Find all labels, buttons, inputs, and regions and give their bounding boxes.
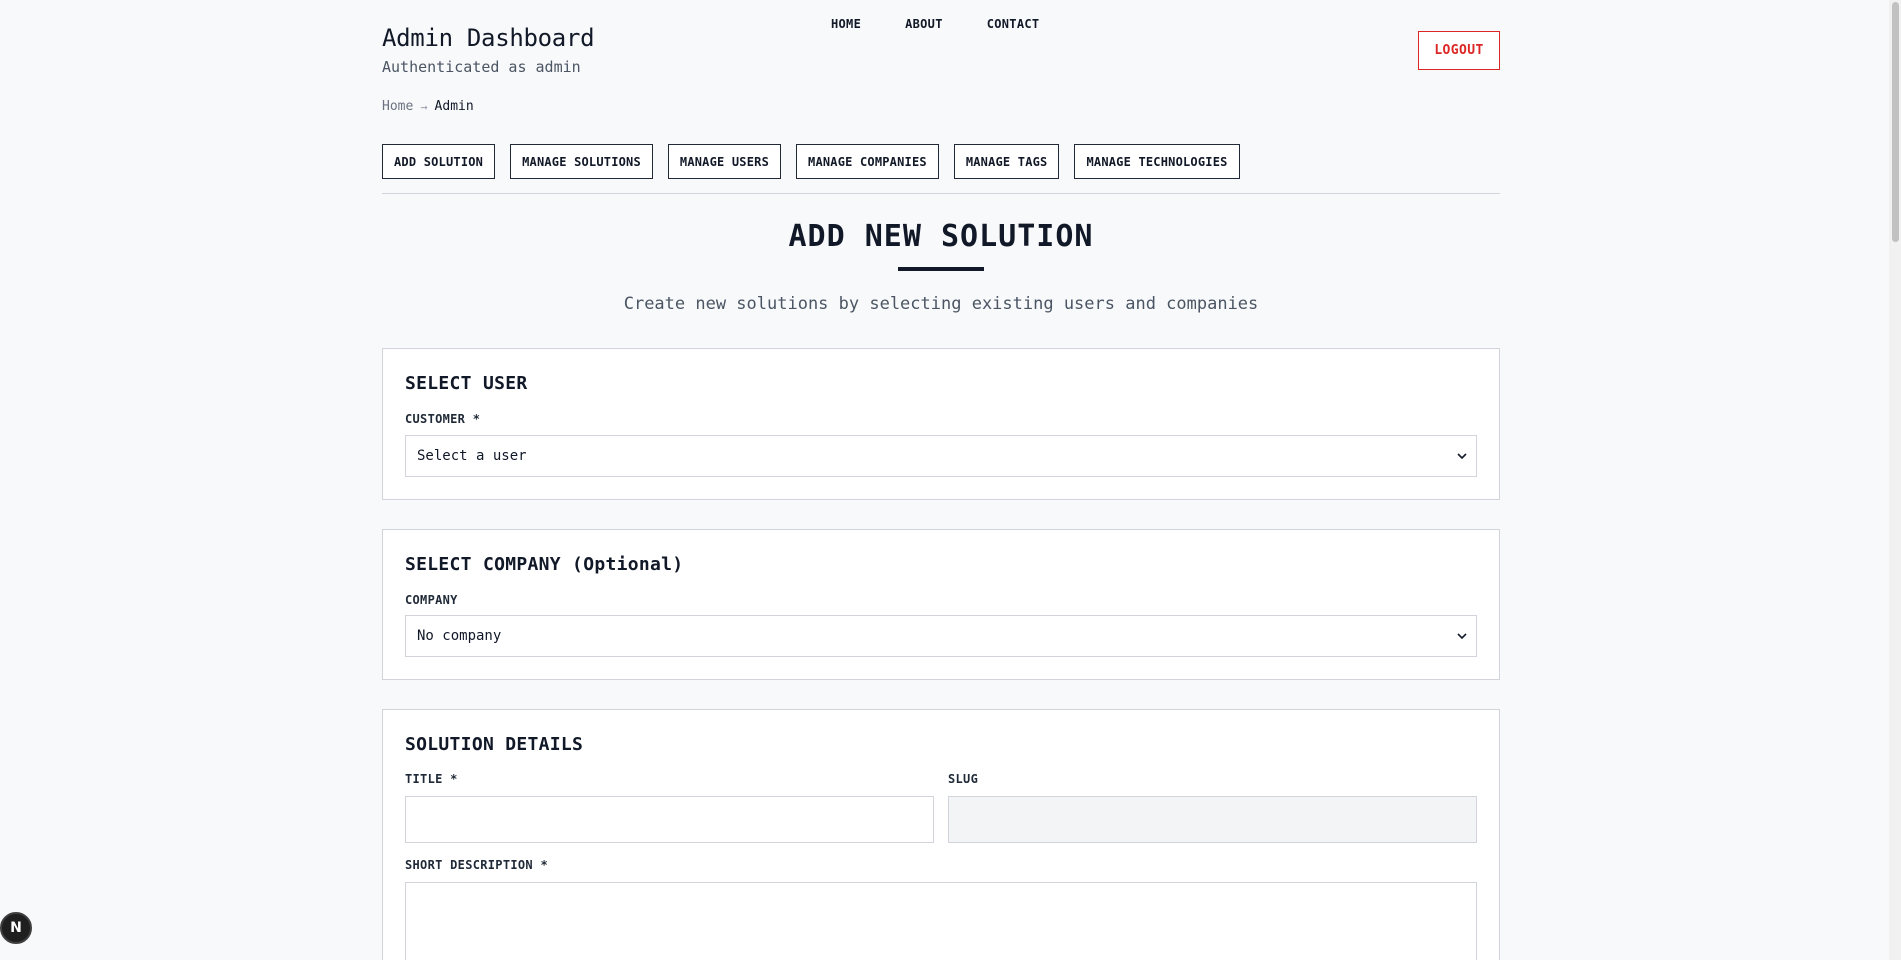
page-title: ADD NEW SOLUTION [788,219,1094,254]
logout-button[interactable]: LOGOUT [1418,31,1500,70]
short-description-label: SHORT DESCRIPTION * [405,858,548,872]
chevron-down-icon [1457,453,1467,460]
page: Admin Dashboard Authenticated as admin H… [0,0,1901,960]
title-input[interactable] [405,796,934,843]
breadcrumb-separator: → [420,99,428,114]
select-company-title: SELECT COMPANY (Optional) [405,554,684,575]
title-label: TITLE * [405,772,458,786]
breadcrumb: Home → Admin [382,99,474,114]
solution-details-title: SOLUTION DETAILS [405,734,584,755]
slug-input[interactable] [948,796,1477,843]
customer-label: CUSTOMER * [405,412,481,426]
chevron-down-icon [1457,633,1467,640]
manage-tags-button[interactable]: MANAGE TAGS [953,144,1060,179]
nav-home-link[interactable]: HOME [831,17,861,31]
company-select[interactable]: No company [405,615,1477,657]
select-company-card: SELECT COMPANY (Optional) COMPANY No com… [382,529,1500,680]
customer-select[interactable]: Select a user [405,435,1477,477]
short-description-textarea[interactable] [405,882,1477,960]
header: Admin Dashboard Authenticated as admin [382,24,595,76]
manage-technologies-button[interactable]: MANAGE TECHNOLOGIES [1074,144,1240,179]
page-scrollbar[interactable] [1889,0,1901,960]
add-solution-button[interactable]: ADD SOLUTION [382,144,496,179]
breadcrumb-home-link[interactable]: Home [382,99,413,114]
manage-companies-button[interactable]: MANAGE COMPANIES [796,144,939,179]
top-navigation: HOME ABOUT CONTACT [831,17,1039,31]
nextjs-dev-badge[interactable]: N [0,912,32,944]
select-user-card: SELECT USER CUSTOMER * Select a user [382,348,1500,500]
company-select-value: No company [417,628,502,644]
slug-label: SLUG [948,772,979,786]
select-user-title: SELECT USER [405,373,528,394]
nav-contact-link[interactable]: CONTACT [987,17,1040,31]
solution-details-card: SOLUTION DETAILS TITLE * SLUG SHORT DESC… [382,709,1500,960]
scrollbar-thumb[interactable] [1892,2,1899,242]
nav-about-link[interactable]: ABOUT [905,17,943,31]
page-heading: ADD NEW SOLUTION Create new solutions by… [382,219,1500,314]
page-header-title: Admin Dashboard [382,24,595,52]
page-description: Create new solutions by selecting existi… [623,294,1259,314]
customer-select-value: Select a user [417,448,527,464]
admin-navigation: ADD SOLUTION MANAGE SOLUTIONS MANAGE USE… [382,144,1240,179]
auth-status-text: Authenticated as admin [382,58,581,76]
manage-users-button[interactable]: MANAGE USERS [667,144,782,179]
nav-divider [382,193,1500,194]
title-underline [898,267,984,271]
breadcrumb-current: Admin [434,99,474,114]
manage-solutions-button[interactable]: MANAGE SOLUTIONS [510,144,653,179]
company-label: COMPANY [405,593,458,607]
